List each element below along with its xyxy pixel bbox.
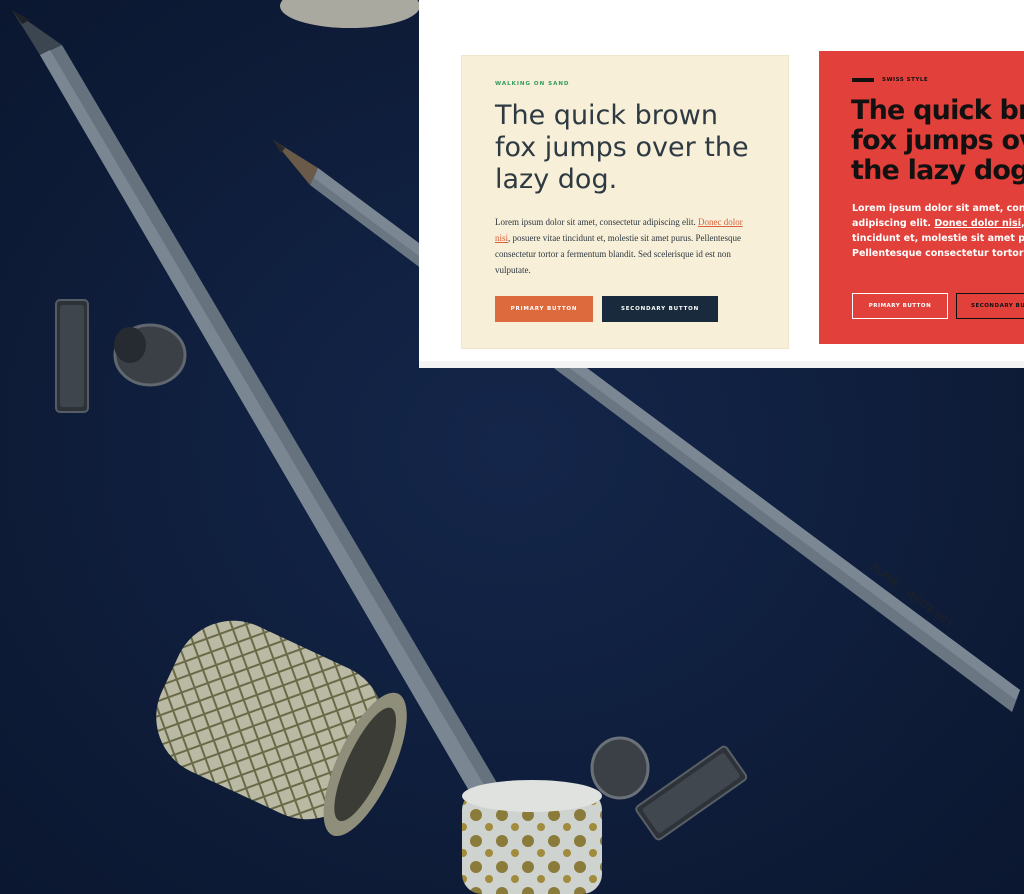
- secondary-button[interactable]: SECONDARY BUTTON: [602, 296, 718, 322]
- card-body-text-end: , posuere vitae tincidunt et, molestie s…: [495, 233, 741, 275]
- card-eyebrow: SWISS STYLE: [882, 77, 929, 83]
- card-title: The quick brown fox jumps over the lazy …: [495, 100, 749, 195]
- card-body-link[interactable]: Donec dolor nisi: [934, 218, 1021, 229]
- card-body-text: Lorem ipsum dolor sit amet, consectetur …: [495, 217, 698, 227]
- eyebrow-rule: [852, 78, 874, 82]
- primary-button[interactable]: PRIMARY BUTTON: [852, 293, 948, 319]
- secondary-button[interactable]: SECONDARY BUTTON: [956, 293, 1024, 319]
- washi-tape-dots: [462, 780, 602, 894]
- card-body: Lorem ipsum dolor sit amet, consectetur …: [495, 214, 747, 278]
- primary-button[interactable]: PRIMARY BUTTON: [495, 296, 593, 322]
- card-title: The quick brown fox jumps over the lazy …: [851, 95, 1024, 186]
- ui-preview-panel: WALKING ON SAND The quick brown fox jump…: [419, 0, 1024, 368]
- card-body: Lorem ipsum dolor sit amet, consectetur …: [852, 201, 1024, 261]
- card-walking-on-sand: WALKING ON SAND The quick brown fox jump…: [461, 55, 789, 349]
- panel-divider: [419, 361, 1024, 368]
- card-eyebrow: WALKING ON SAND: [495, 81, 570, 87]
- card-swiss-style: SWISS STYLE The quick brown fox jumps ov…: [819, 51, 1024, 344]
